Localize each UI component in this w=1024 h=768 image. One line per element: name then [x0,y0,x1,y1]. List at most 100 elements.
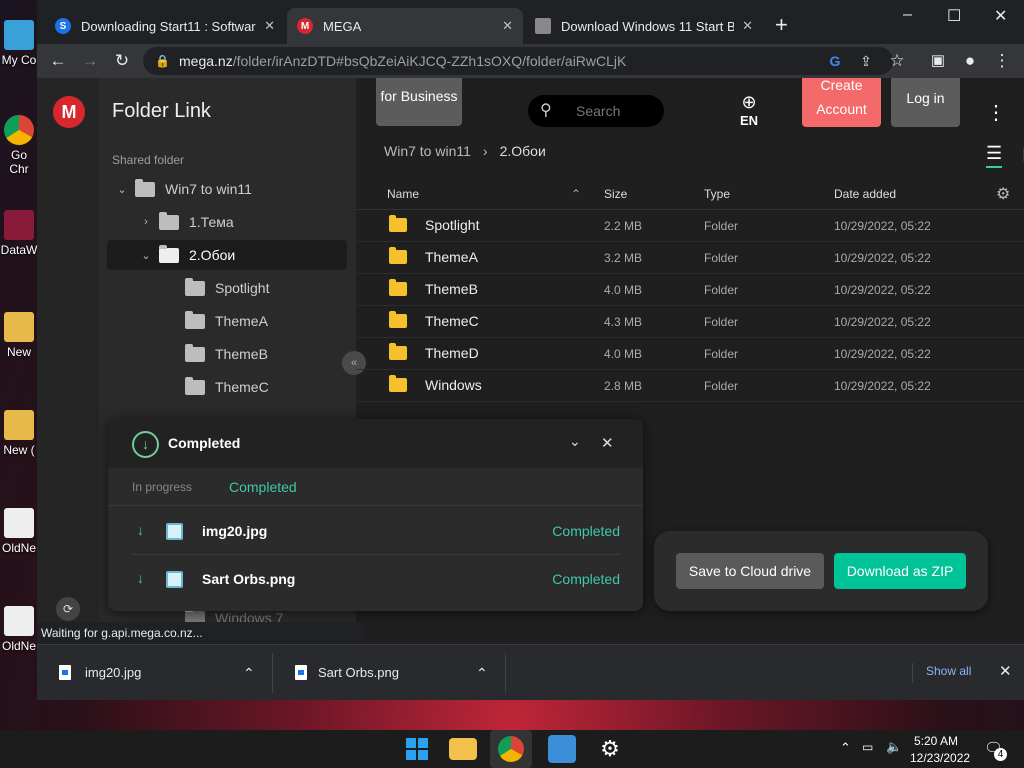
chevron-up-icon[interactable]: ⌃ [243,653,255,693]
save-to-cloud-button[interactable]: Save to Cloud drive [676,553,824,589]
tree-item-themeb[interactable]: ThemeB [107,339,347,369]
download-shelf: img20.jpg ⌃ Sart Orbs.png ⌃ Show all ✕ [37,644,1024,700]
column-type[interactable]: Type [704,187,730,201]
search-input[interactable]: ⚲ Search [528,95,664,127]
desktop-icon-oldnew[interactable]: OldNe [0,508,38,555]
chevron-down-icon[interactable]: ⌄ [115,183,129,196]
image-file-icon [295,665,307,680]
column-settings-gear-icon[interactable]: ⚙ [996,184,1010,204]
tab-completed[interactable]: Completed [229,479,297,495]
language-selector[interactable]: ⊕ EN [734,92,764,128]
tree-item-oboi[interactable]: ⌄ 2.Обои [107,240,347,270]
maximize-button[interactable]: ☐ [947,6,961,26]
for-business-button[interactable]: for Business [376,78,462,126]
download-complete-icon: ↓ [132,431,159,458]
sort-arrow-icon[interactable]: ⌃ [571,187,581,201]
download-chip-img20[interactable]: img20.jpg ⌃ [37,653,273,693]
transfer-item[interactable]: ↓ Sart Orbs.png Completed [132,556,620,603]
minimize-button[interactable]: – [903,6,912,24]
chevron-up-icon[interactable]: ⌃ [476,653,488,693]
close-icon[interactable]: ✕ [601,434,614,452]
profile-icon[interactable]: ● [959,50,981,72]
login-button[interactable]: Log in [891,78,960,127]
table-row[interactable]: ThemeD 4.0 MB Folder 10/29/2022, 05:22 [356,338,1024,370]
lock-icon: 🔒 [155,54,170,68]
download-zip-button[interactable]: Download as ZIP [834,553,966,589]
table-row[interactable]: ThemeC 4.3 MB Folder 10/29/2022, 05:22 [356,306,1024,338]
close-tab-icon[interactable]: ✕ [502,18,513,34]
status-bubble: Waiting for g.api.mega.co.nz... [37,622,363,644]
image-file-icon [166,571,183,588]
forward-button[interactable]: → [79,50,101,72]
folder-icon [185,277,205,296]
column-date[interactable]: Date added [834,187,896,201]
tab-mega[interactable]: M MEGA ✕ [287,8,523,44]
address-bar[interactable]: 🔒 mega.nz/folder/irAnzDTD#bsQbZeiAiKJCQ-… [143,47,893,75]
close-tab-icon[interactable]: ✕ [742,18,753,34]
search-icon: ⚲ [540,102,552,119]
tab-windows11[interactable]: Download Windows 11 Start Butt ✕ [525,8,763,44]
tab-in-progress[interactable]: In progress [132,480,192,494]
clock-date[interactable]: 12/23/2022 [910,751,970,765]
image-file-icon [166,523,183,540]
create-account-button[interactable]: Create Account [802,78,881,127]
desktop-icon-oldnew-2[interactable]: OldNe [0,606,38,653]
network-icon[interactable]: ▭ [862,740,873,754]
tab-start11[interactable]: S Downloading Start11 : Software I ✕ [45,8,285,44]
bookmark-star-icon[interactable]: ☆ [886,50,908,72]
settings-gear-icon[interactable]: ⚙ [596,735,624,763]
folder-icon [185,310,205,329]
chrome-taskbar-button[interactable] [490,730,532,768]
google-lens-icon[interactable]: G [824,50,846,72]
desktop-icon-new-folder[interactable]: New [0,312,38,359]
side-panel-icon[interactable]: ▣ [927,50,949,72]
chrome-icon [498,736,524,762]
tree-item-win7-to-win11[interactable]: ⌄ Win7 to win11 [107,174,347,204]
desktop-icon-my-computer[interactable]: My Co [0,20,38,67]
list-view-icon[interactable]: ☰ [986,143,1003,168]
table-row[interactable]: ThemeB 4.0 MB Folder 10/29/2022, 05:22 [356,274,1024,306]
tray-chevron-up-icon[interactable]: ⌃ [840,740,851,756]
tree-item-themea[interactable]: ThemeA [107,306,347,336]
back-button[interactable]: ← [47,50,69,72]
desktop-icon-new-folder-2[interactable]: New ( [0,410,38,457]
breadcrumb-parent[interactable]: Win7 to win11 [384,143,471,159]
chevron-right-icon[interactable]: › [139,216,153,228]
new-tab-button[interactable]: + [775,14,788,36]
tree-item-tema[interactable]: › 1.Тема [107,207,347,237]
clock-time[interactable]: 5:20 AM [914,734,958,748]
close-tab-icon[interactable]: ✕ [264,18,275,34]
start-button[interactable] [403,735,431,763]
url-path: /folder/irAnzDTD#bsQbZeiAiKJCQ-ZZh1sOXQ/… [232,53,627,69]
sidebar-title: Folder Link [112,100,211,122]
photos-icon[interactable] [548,735,576,763]
folder-icon [185,343,205,362]
column-size[interactable]: Size [604,187,627,201]
globe-icon: ⊕ [741,92,757,112]
mega-logo-icon[interactable]: M [53,96,85,128]
transfer-item[interactable]: ↓ img20.jpg Completed [132,508,620,555]
show-all-link[interactable]: Show all [926,664,971,678]
desktop-icon-chrome[interactable]: Go Chr [0,115,38,176]
tree-item-spotlight[interactable]: Spotlight [107,273,347,303]
reload-button[interactable]: ↻ [111,50,133,72]
close-window-button[interactable]: ✕ [994,6,1007,26]
download-chip-sart-orbs[interactable]: Sart Orbs.png ⌃ [273,653,506,693]
breadcrumb-current[interactable]: 2.Обои [500,143,546,159]
more-menu-icon[interactable]: ⋮ [986,100,1006,125]
support-icon[interactable]: ⟳ [56,597,80,621]
chevron-down-icon[interactable]: ⌄ [569,433,581,450]
tree-item-themec[interactable]: ThemeC [107,372,347,402]
column-name[interactable]: Name [387,187,419,201]
menu-kebab-icon[interactable]: ⋮ [991,50,1013,72]
chevron-down-icon[interactable]: ⌄ [139,249,153,262]
table-row[interactable]: Spotlight 2.2 MB Folder 10/29/2022, 05:2… [356,210,1024,242]
volume-icon[interactable]: 🔈 [886,739,902,755]
table-row[interactable]: ThemeA 3.2 MB Folder 10/29/2022, 05:22 [356,242,1024,274]
file-explorer-icon[interactable] [449,738,477,760]
desktop-icon-datawrapper[interactable]: DataW [0,210,38,257]
table-row[interactable]: Windows 2.8 MB Folder 10/29/2022, 05:22 [356,370,1024,402]
share-icon[interactable]: ⇪ [855,50,877,72]
folder-icon [389,247,407,264]
close-download-shelf-icon[interactable]: ✕ [999,662,1012,680]
